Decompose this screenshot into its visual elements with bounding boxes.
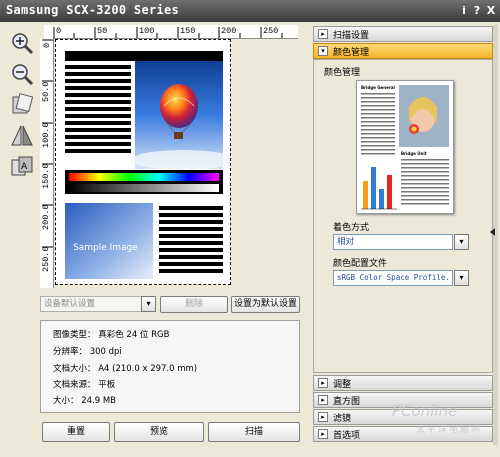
- profile-select[interactable]: sRGB Color Space Profile.: [333, 270, 453, 286]
- scan-button[interactable]: 扫描: [208, 422, 300, 442]
- section-label: 调整: [333, 380, 352, 390]
- zoom-in-icon[interactable]: [9, 30, 37, 56]
- watermark-logo: PConline: [392, 402, 458, 420]
- expand-arrow-icon: ▸: [318, 378, 328, 388]
- ruler-top-label: 200: [221, 26, 237, 36]
- image-type-info: 图像类型： 真彩色 24 位 RGB: [53, 330, 170, 340]
- expand-arrow-icon: ▸: [318, 429, 328, 439]
- tone-dropdown-button[interactable]: ▾: [454, 234, 469, 250]
- ruler-top-label: 50: [97, 26, 108, 36]
- section-label: 扫描设置: [333, 31, 370, 41]
- rotate-icon[interactable]: [9, 92, 37, 118]
- expand-arrow-icon: ▸: [318, 395, 328, 405]
- ruler-left-label: 150.0: [41, 163, 51, 189]
- section-adjust[interactable]: ▸ 调整: [313, 375, 493, 391]
- scan-preview-area[interactable]: Sample Image: [55, 39, 231, 285]
- ruler-top-label: 100: [139, 26, 155, 36]
- splitter-arrow-icon[interactable]: [490, 228, 495, 236]
- section-scan-settings[interactable]: ▸ 扫描设置: [313, 26, 493, 42]
- close-button[interactable]: X: [485, 4, 497, 17]
- svg-text:A: A: [21, 162, 28, 172]
- thumb-subtitle: Bridge Unit: [401, 151, 427, 156]
- resolution-info: 分辨率： 300 dpi: [53, 347, 122, 357]
- ruler-left-label: 100.0: [41, 122, 51, 148]
- thumb-title: Bridge General: [361, 85, 395, 90]
- delete-preset-button[interactable]: 删除: [160, 296, 228, 313]
- color-management-heading: 颜色管理: [324, 68, 361, 78]
- color-management-panel: 颜色管理 Bridge General Bridge Unit 着色方式 相对 …: [313, 59, 493, 373]
- help-button[interactable]: ?: [471, 4, 483, 17]
- file-size-info: 大小： 24.9 MB: [53, 396, 116, 406]
- image-info-panel: 图像类型： 真彩色 24 位 RGB 分辨率： 300 dpi 文档大小： A4…: [40, 320, 300, 413]
- expand-arrow-icon: ▸: [318, 412, 328, 422]
- profile-label: 颜色配置文件: [333, 259, 388, 269]
- reset-button[interactable]: 重置: [42, 422, 110, 442]
- section-label: 直方图: [333, 397, 361, 407]
- left-ruler: 0 50.0 100.0 150.0 200.0 250.0: [40, 38, 54, 288]
- document-source-info: 文档来源： 平板: [53, 380, 116, 390]
- preview-image: Sample Image: [65, 51, 230, 279]
- title-bar: Samsung SCX-3200 Series i ? X: [0, 0, 500, 22]
- watermark-text: 太平洋电脑网: [416, 425, 483, 435]
- tone-label: 着色方式: [333, 223, 370, 233]
- sample-image-text: Sample Image: [73, 243, 138, 253]
- flip-icon[interactable]: [9, 123, 37, 149]
- color-preview-thumbnail: Bridge General Bridge Unit: [356, 80, 454, 214]
- section-color-management[interactable]: ▾ 颜色管理: [313, 43, 493, 59]
- section-label: 首选项: [333, 431, 361, 441]
- ruler-left-label: 200.0: [41, 204, 51, 230]
- preset-select[interactable]: 设备默认设置: [40, 296, 144, 312]
- profile-dropdown-button[interactable]: ▾: [454, 270, 469, 286]
- scanner-window: Samsung SCX-3200 Series i ? X A 0 50 100…: [0, 0, 500, 457]
- window-title: Samsung SCX-3200 Series: [6, 3, 180, 17]
- expand-arrow-icon: ▸: [318, 29, 328, 39]
- top-ruler: 0 50 100 150 200 250: [44, 25, 298, 39]
- section-label: 颜色管理: [333, 48, 370, 58]
- ruler-top-label: 250: [263, 26, 279, 36]
- preview-button[interactable]: 预览: [114, 422, 204, 442]
- ruler-top-label: 150: [180, 26, 196, 36]
- zoom-out-icon[interactable]: [9, 61, 37, 87]
- ruler-left-label: 250.0: [41, 246, 51, 272]
- preset-dropdown-button[interactable]: ▾: [141, 296, 156, 312]
- document-size-info: 文档大小： A4 (210.0 x 297.0 mm): [53, 364, 198, 374]
- info-button[interactable]: i: [458, 4, 470, 17]
- set-default-button[interactable]: 设置为默认设置: [231, 296, 300, 313]
- tone-select[interactable]: 相对: [333, 234, 453, 250]
- collapse-arrow-icon: ▾: [318, 46, 328, 56]
- ruler-left-label: 50.0: [41, 81, 51, 102]
- ruler-top-label: 0: [56, 26, 62, 36]
- auto-fit-icon[interactable]: A: [9, 154, 37, 180]
- section-label: 滤镜: [333, 414, 352, 424]
- ruler-left-label: 0: [42, 42, 52, 48]
